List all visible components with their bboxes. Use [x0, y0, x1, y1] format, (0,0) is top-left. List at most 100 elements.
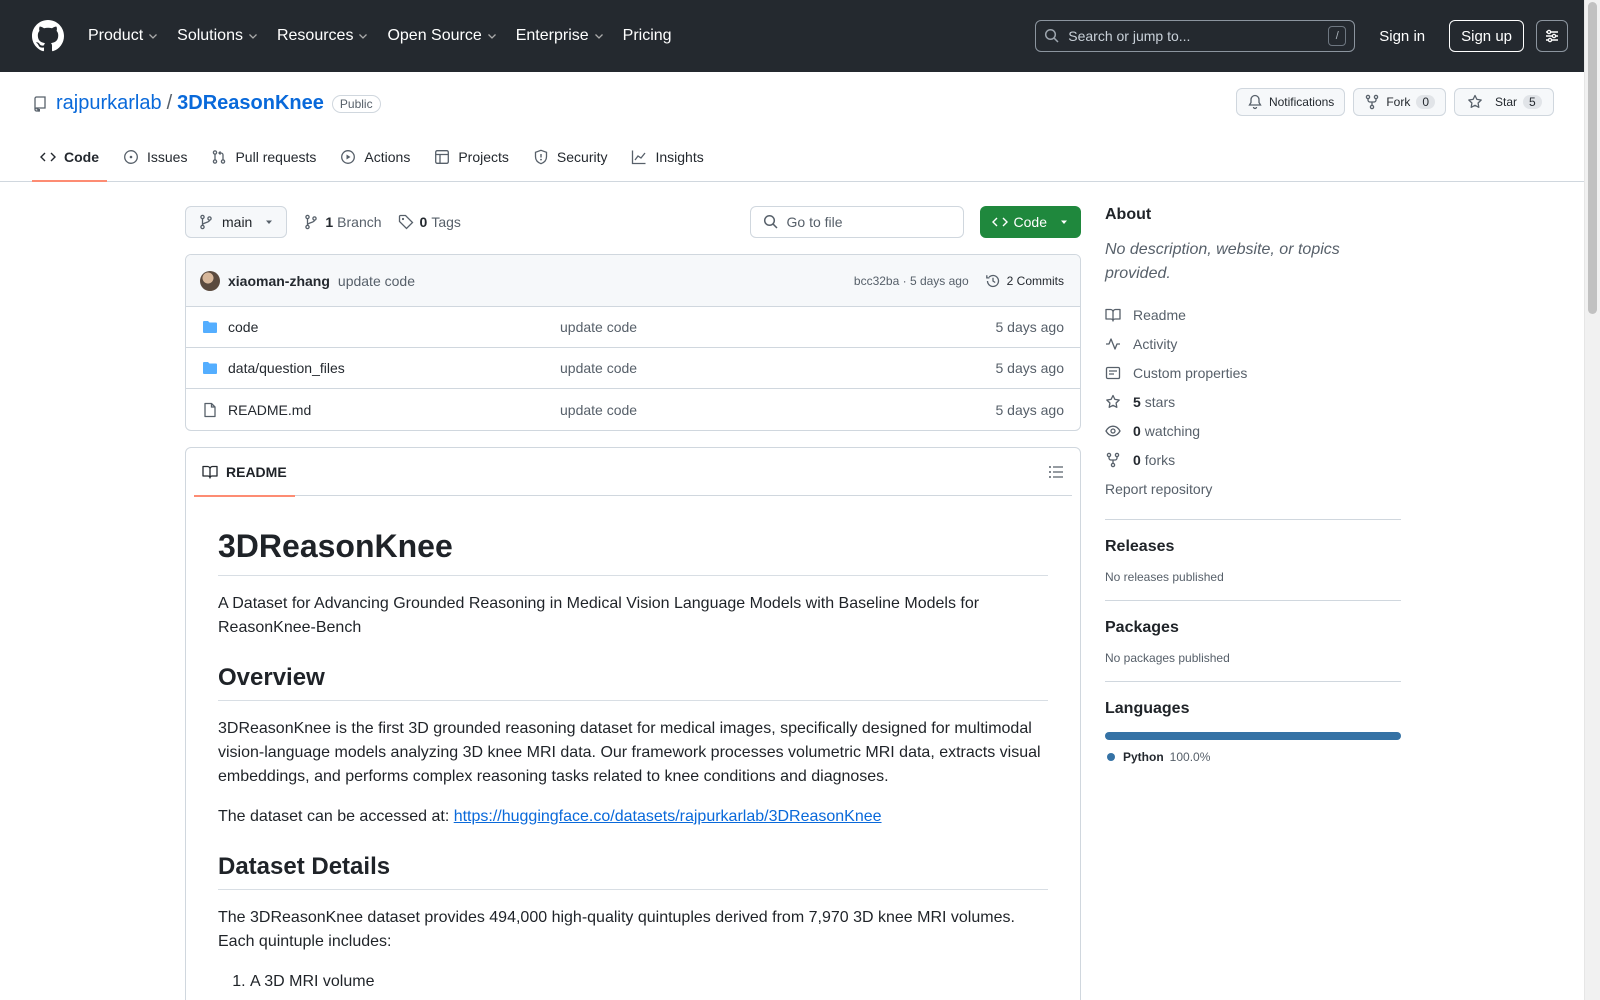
- readme-title: 3DReasonKnee: [218, 528, 1048, 576]
- pull-request-icon: [213, 150, 226, 164]
- tab-code[interactable]: Code: [32, 133, 107, 182]
- file-name-link[interactable]: data/question_files: [228, 360, 560, 376]
- list-outline-icon[interactable]: [1048, 464, 1064, 480]
- forks-link[interactable]: 0 forks: [1105, 445, 1401, 474]
- menu-button[interactable]: [1536, 20, 1568, 52]
- about-heading: About: [1105, 206, 1152, 223]
- commit-author-link[interactable]: xiaoman-zhang: [228, 273, 330, 289]
- custom-properties-link[interactable]: Custom properties: [1105, 358, 1401, 387]
- access-text: The dataset can be accessed at:: [218, 808, 454, 825]
- nav-pricing[interactable]: Pricing: [623, 27, 672, 45]
- tab-issues[interactable]: Issues: [115, 133, 195, 181]
- go-to-file-placeholder: Go to file: [786, 214, 843, 230]
- search-input[interactable]: Search or jump to... /: [1035, 20, 1356, 52]
- search-shortcut-key: /: [1328, 26, 1347, 46]
- details-text: The 3DReasonKnee dataset provides 494,00…: [218, 909, 1015, 950]
- page-scrollbar[interactable]: [1584, 0, 1600, 1000]
- file-name-link[interactable]: code: [228, 319, 560, 335]
- avatar[interactable]: [200, 270, 220, 291]
- sliders-icon: [1546, 29, 1558, 43]
- packages-heading[interactable]: Packages: [1105, 619, 1401, 637]
- tab-insights[interactable]: Insights: [623, 133, 711, 181]
- nav-enterprise[interactable]: Enterprise: [516, 27, 605, 45]
- tag-icon: [398, 214, 413, 230]
- graph-icon: [632, 150, 646, 165]
- file-commit-message[interactable]: update code: [560, 402, 637, 418]
- readme-tab-label: README: [226, 463, 287, 480]
- star-icon: [1468, 94, 1482, 108]
- repo-owner-link[interactable]: rajpurkarlab: [56, 92, 162, 115]
- branch-count: 1: [325, 214, 334, 230]
- tab-security[interactable]: Security: [525, 133, 616, 181]
- file-commit-message[interactable]: update code: [560, 360, 637, 376]
- code-dropdown-button[interactable]: Code: [979, 206, 1081, 238]
- nav-product-label: Product: [88, 27, 144, 44]
- fork-button[interactable]: Fork 0: [1353, 88, 1446, 116]
- github-logo-icon[interactable]: [32, 20, 64, 52]
- caret-down-icon: [266, 220, 273, 224]
- sidebar: About No description, website, or topics…: [1105, 206, 1401, 764]
- code-button-label: Code: [1013, 214, 1047, 230]
- nav-resources[interactable]: Resources: [277, 27, 369, 45]
- tags-link[interactable]: 0 Tags: [398, 214, 461, 230]
- star-button[interactable]: Star 5: [1454, 88, 1554, 116]
- readme-link[interactable]: Readme: [1105, 300, 1401, 329]
- caret-down-icon: [1061, 220, 1067, 224]
- star-count: 5: [1523, 95, 1542, 109]
- sign-in-link[interactable]: Sign in: [1379, 28, 1425, 45]
- report-repository-link[interactable]: Report repository: [1105, 474, 1401, 503]
- nav-resources-label: Resources: [276, 27, 354, 44]
- code-icon: [40, 152, 56, 162]
- watching-label: watching: [1144, 422, 1201, 439]
- commit-meta[interactable]: bcc32ba · 5 days ago: [854, 274, 969, 288]
- table-row[interactable]: data/question_files update code 5 days a…: [186, 348, 1080, 389]
- about-description: No description, website, or topics provi…: [1105, 241, 1340, 282]
- star-icon: [1106, 394, 1120, 408]
- activity-link[interactable]: Activity: [1105, 329, 1401, 358]
- commits-link[interactable]: 2 Commits: [985, 273, 1064, 289]
- file-toolbar: main 1 Branch 0 Tags Go to file Code: [185, 206, 1081, 238]
- language-percent: 100.0%: [1169, 750, 1211, 764]
- branches-link[interactable]: 1 Branch: [303, 214, 382, 230]
- tab-readme[interactable]: README: [194, 448, 295, 497]
- branch-selector[interactable]: main: [185, 206, 288, 238]
- dataset-link[interactable]: https://huggingface.co/datasets/rajpurka…: [454, 808, 882, 825]
- watching-link[interactable]: 0 watching: [1105, 416, 1401, 445]
- chevron-down-icon: [487, 34, 496, 39]
- tab-pull-requests-label: Pull requests: [235, 149, 317, 165]
- readme-panel: README 3DReasonKnee A Dataset for Advanc…: [185, 447, 1081, 1000]
- fork-label: Fork: [1386, 95, 1411, 109]
- nav-solutions[interactable]: Solutions: [177, 27, 259, 45]
- file-name-link[interactable]: README.md: [228, 402, 560, 418]
- file-age: 5 days ago: [995, 319, 1065, 335]
- commit-message-link[interactable]: update code: [338, 273, 415, 289]
- go-to-file-input[interactable]: Go to file: [749, 206, 964, 238]
- file-icon: [204, 402, 216, 417]
- readme-header: README: [194, 448, 1072, 497]
- table-row[interactable]: code update code 5 days ago: [186, 307, 1080, 348]
- repo-name-link[interactable]: 3DReasonKnee: [177, 92, 324, 115]
- file-commit-message[interactable]: update code: [560, 319, 637, 335]
- latest-commit: xiaoman-zhang update code bcc32ba · 5 da…: [186, 255, 1080, 307]
- notifications-button[interactable]: Notifications: [1235, 88, 1346, 116]
- language-item[interactable]: Python 100.0%: [1105, 750, 1401, 764]
- sign-up-button[interactable]: Sign up: [1449, 20, 1524, 52]
- nav-product[interactable]: Product: [88, 27, 159, 45]
- table-row[interactable]: README.md update code 5 days ago: [186, 389, 1080, 430]
- releases-text: No releases published: [1105, 570, 1224, 584]
- search-icon: [1045, 28, 1059, 43]
- tab-projects[interactable]: Projects: [426, 133, 517, 181]
- repo-icon: [34, 95, 46, 112]
- tab-actions[interactable]: Actions: [332, 133, 418, 181]
- stars-link[interactable]: 5 stars: [1105, 387, 1401, 416]
- scrollbar-thumb[interactable]: [1588, 2, 1597, 314]
- search-icon: [763, 214, 778, 229]
- tab-pull-requests[interactable]: Pull requests: [203, 133, 324, 181]
- history-icon: [985, 274, 999, 287]
- pulse-icon: [1106, 337, 1120, 350]
- languages-heading: Languages: [1105, 700, 1190, 717]
- play-icon: [341, 150, 356, 164]
- nav-open-source[interactable]: Open Source: [387, 27, 497, 45]
- releases-heading[interactable]: Releases: [1105, 538, 1401, 556]
- quintuple-list: A 3D MRI volume: [218, 970, 1048, 994]
